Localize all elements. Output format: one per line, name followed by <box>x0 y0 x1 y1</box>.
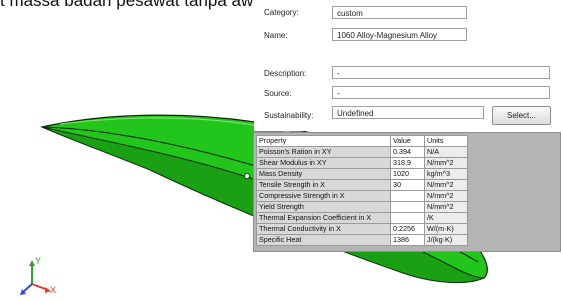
table-row[interactable]: Thermal Conductivity in X 0.2256 W/(m·K) <box>256 223 468 235</box>
table-row[interactable]: Mass Density 1020 kg/m^3 <box>256 168 468 180</box>
property-name: Thermal Expansion Coefficient in X <box>256 212 391 224</box>
triad-x-label: X <box>50 285 57 295</box>
property-units: N/A <box>424 146 468 158</box>
table-row[interactable]: Compressive Strength in X N/mm^2 <box>256 190 468 202</box>
column-header-units[interactable]: Units <box>424 135 468 147</box>
name-label: Name: <box>264 31 288 40</box>
name-field[interactable]: 1060 Alloy-Magnesium Alloy <box>332 28 467 41</box>
sustainability-label: Sustainability: <box>264 111 314 120</box>
property-value[interactable]: 0.394 <box>390 146 425 158</box>
table-row[interactable]: Poisson's Ration in XY 0.394 N/A <box>256 146 468 158</box>
properties-grid: Property Value Units Poisson's Ration in… <box>253 132 561 252</box>
category-label: Category: <box>264 8 299 17</box>
property-name: Thermal Conductivity in X <box>256 223 391 235</box>
property-name: Shear Modulus in XY <box>256 157 391 169</box>
property-units: kg/m^3 <box>424 168 468 180</box>
column-header-value[interactable]: Value <box>390 135 425 147</box>
properties-table: Property Value Units Poisson's Ration in… <box>256 135 468 246</box>
property-value[interactable]: 30 <box>390 179 425 191</box>
property-value[interactable]: 1020 <box>390 168 425 180</box>
table-row[interactable]: Tensile Strength in X 30 N/mm^2 <box>256 179 468 191</box>
property-name: Mass Density <box>256 168 391 180</box>
table-row[interactable]: Yield Strength N/mm^2 <box>256 201 468 213</box>
sustainability-field: Undefined <box>332 106 484 119</box>
table-row[interactable]: Thermal Expansion Coefficient in X /K <box>256 212 468 224</box>
select-button[interactable]: Select... <box>492 106 551 125</box>
description-label: Description: <box>264 69 307 78</box>
property-units: W/(m·K) <box>424 223 468 235</box>
property-value[interactable]: 1386 <box>390 234 425 246</box>
property-name: Tensile Strength in X <box>256 179 391 191</box>
property-units: N/mm^2 <box>424 190 468 202</box>
description-field[interactable]: - <box>332 66 550 79</box>
source-label: Source: <box>264 89 292 98</box>
property-name: Yield Strength <box>256 201 391 213</box>
table-header-row: Property Value Units <box>256 135 468 147</box>
table-row[interactable]: Shear Modulus in XY 318.9 N/mm^2 <box>256 157 468 169</box>
property-value[interactable] <box>390 190 425 202</box>
source-field[interactable]: - <box>332 86 550 99</box>
property-units: /K <box>424 212 468 224</box>
property-name: Poisson's Ration in XY <box>256 146 391 158</box>
property-units: N/mm^2 <box>424 157 468 169</box>
property-name: Compressive Strength in X <box>256 190 391 202</box>
property-value[interactable]: 0.2256 <box>390 223 425 235</box>
table-row[interactable]: Specific Heat 1386 J/(kg·K) <box>256 234 468 246</box>
property-value[interactable] <box>390 201 425 213</box>
column-header-property[interactable]: Property <box>256 135 391 147</box>
triad-y-label: Y <box>35 256 42 266</box>
category-field[interactable]: custom <box>332 6 467 19</box>
sketch-origin-point <box>244 173 250 179</box>
property-units: N/mm^2 <box>424 179 468 191</box>
property-name: Specific Heat <box>256 234 391 246</box>
material-properties-panel: Category: custom Name: 1060 Alloy-Magnes… <box>254 0 563 131</box>
property-value[interactable]: 318.9 <box>390 157 425 169</box>
property-units: N/mm^2 <box>424 201 468 213</box>
property-units: J/(kg·K) <box>424 234 468 246</box>
property-value[interactable] <box>390 212 425 224</box>
